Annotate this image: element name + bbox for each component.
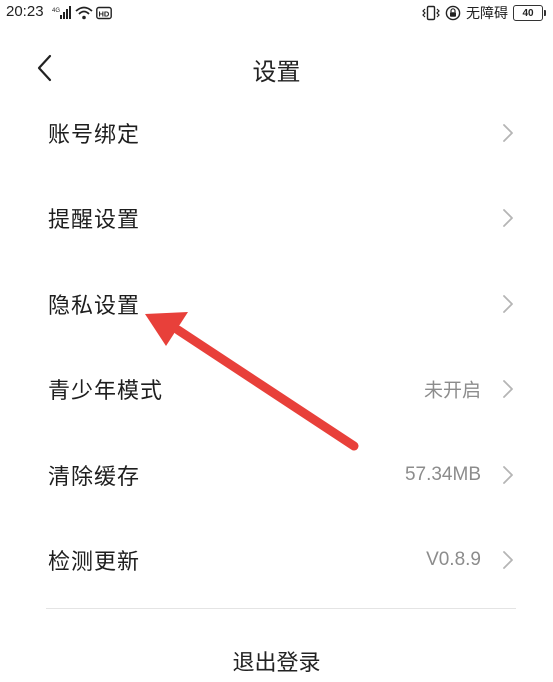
chevron-right-icon <box>503 465 513 484</box>
settings-item-teen-mode[interactable]: 青少年模式 未开启 <box>0 347 553 433</box>
chevron-right-icon <box>503 123 513 142</box>
chevron-right-icon <box>503 551 513 570</box>
hd-icon: HD <box>96 6 112 20</box>
settings-item-reminder[interactable]: 提醒设置 <box>0 176 553 262</box>
cellular-signal-icon: 4G <box>52 6 71 19</box>
settings-item-label: 青少年模式 <box>48 379 164 405</box>
battery-icon: 40 <box>513 5 546 21</box>
settings-item-label: 检测更新 <box>48 550 141 576</box>
vibrate-icon <box>422 5 440 21</box>
accessibility-status-text: 无障碍 <box>466 6 508 22</box>
lock-rotation-icon <box>445 5 461 21</box>
battery-level: 40 <box>522 7 534 19</box>
status-right-icons: 无障碍 40 <box>422 3 546 23</box>
settings-item-label: 提醒设置 <box>48 208 141 234</box>
settings-item-label: 清除缓存 <box>48 464 141 490</box>
page-title: 设置 <box>252 58 301 86</box>
status-time: 20:23 <box>6 3 44 20</box>
settings-item-value: 未开启 <box>423 380 481 402</box>
divider <box>46 608 516 609</box>
settings-item-label: 账号绑定 <box>48 122 141 148</box>
svg-text:HD: HD <box>99 10 110 19</box>
wifi-icon <box>75 6 93 20</box>
settings-item-label: 隐私设置 <box>48 293 141 319</box>
settings-item-account-binding[interactable]: 账号绑定 <box>0 90 553 176</box>
settings-item-clear-cache[interactable]: 清除缓存 57.34MB <box>0 432 553 518</box>
status-left-icons: 4G HD <box>52 4 112 22</box>
chevron-right-icon <box>503 209 513 228</box>
svg-text:4G: 4G <box>52 8 60 14</box>
logout-button[interactable]: 退出登录 <box>0 645 553 677</box>
status-bar: 20:23 4G HD 无障碍 40 <box>0 0 553 28</box>
settings-screen: 20:23 4G HD 无障碍 40 设置 账号绑定 提醒设置 隐私设置 青少年… <box>0 0 553 682</box>
settings-item-value: V0.8.9 <box>426 549 481 571</box>
settings-item-privacy[interactable]: 隐私设置 <box>0 261 553 347</box>
settings-list: 账号绑定 提醒设置 隐私设置 青少年模式 未开启 清除缓存 57.34MB 检测… <box>0 90 553 603</box>
settings-item-value: 57.34MB <box>404 463 481 485</box>
chevron-right-icon <box>503 294 513 313</box>
nav-bar: 设置 <box>0 40 553 96</box>
settings-item-check-update[interactable]: 检测更新 V0.8.9 <box>0 518 553 604</box>
chevron-right-icon <box>503 380 513 399</box>
